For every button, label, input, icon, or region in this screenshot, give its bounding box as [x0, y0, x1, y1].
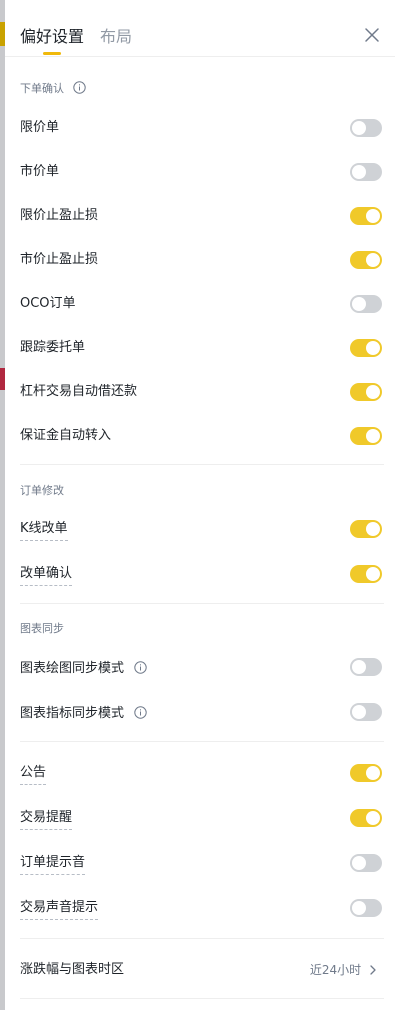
toggle-switch[interactable] [350, 339, 382, 357]
chevron-right-icon [370, 965, 376, 975]
setting-row-margin-auto-borrow: 杠杆交易自动借还款 [5, 380, 395, 404]
toggle-knob [366, 341, 380, 355]
preferences-panel: 偏好设置 布局 下单确认 限价单 市价单 限价止盈止损 市价止盈止损 OCO订单… [5, 0, 395, 1010]
toggle-switch[interactable] [350, 565, 382, 583]
toggle-knob [366, 385, 380, 399]
setting-row-market-order: 市价单 [5, 160, 395, 184]
info-icon[interactable] [134, 706, 147, 719]
toggle-switch[interactable] [350, 854, 382, 872]
section-title-text: 订单修改 [20, 484, 64, 497]
section-title-text: 图表同步 [20, 622, 64, 635]
setting-row-kline-modify: K线改单 [5, 517, 395, 541]
setting-row-modify-confirm: 改单确认 [5, 562, 395, 586]
section-title-order-modify: 订单修改 [20, 483, 64, 499]
section-title-chart-sync: 图表同步 [20, 621, 64, 637]
toggle-knob [366, 253, 380, 267]
toggle-knob [366, 522, 380, 536]
setting-label: K线改单 [20, 520, 68, 541]
toggle-knob [366, 429, 380, 443]
toggle-knob [366, 811, 380, 825]
setting-row-limit-order: 限价单 [5, 116, 395, 140]
setting-label: 市价单 [20, 164, 60, 179]
setting-label: 图表绘图同步模式 [20, 661, 125, 676]
toggle-switch[interactable] [350, 764, 382, 782]
setting-row-announcement: 公告 [5, 761, 395, 785]
toggle-knob [352, 660, 366, 674]
section-divider [20, 464, 384, 465]
setting-label-group: 图表绘图同步模式 [20, 655, 147, 681]
setting-row-chart-drawing-sync: 图表绘图同步模式 [5, 655, 395, 679]
setting-row-timezone[interactable]: 涨跌幅与图表时区 近24小时 [5, 958, 395, 982]
setting-row-limit-tpsl: 限价止盈止损 [5, 204, 395, 228]
timezone-label: 涨跌幅与图表时区 [20, 962, 125, 977]
setting-row-order-sound: 订单提示音 [5, 851, 395, 875]
setting-row-trailing-stop: 跟踪委托单 [5, 336, 395, 360]
toggle-switch[interactable] [350, 809, 382, 827]
toggle-knob [352, 856, 366, 870]
toggle-knob [352, 901, 366, 915]
tab-layout[interactable]: 布局 [100, 26, 132, 48]
close-icon[interactable] [361, 24, 383, 46]
setting-label: 图表指标同步模式 [20, 706, 125, 721]
toggle-knob [366, 766, 380, 780]
panel-header: 偏好设置 布局 [5, 0, 395, 57]
section-divider [20, 603, 384, 604]
toggle-knob [352, 121, 366, 135]
setting-label: 交易提醒 [20, 809, 73, 830]
setting-label: 市价止盈止损 [20, 252, 99, 267]
timezone-selector[interactable]: 近24小时 [310, 958, 377, 982]
setting-label: OCO订单 [20, 296, 76, 311]
toggle-switch[interactable] [350, 207, 382, 225]
setting-row-market-tpsl: 市价止盈止损 [5, 248, 395, 272]
setting-row-auto-margin-transfer: 保证金自动转入 [5, 424, 395, 448]
info-icon[interactable] [72, 81, 86, 94]
toggle-switch[interactable] [350, 520, 382, 538]
setting-label: 交易声音提示 [20, 899, 99, 920]
toggle-switch[interactable] [350, 703, 382, 721]
toggle-switch[interactable] [350, 163, 382, 181]
setting-label: 订单提示音 [20, 854, 86, 875]
toggle-knob [366, 567, 380, 581]
setting-row-trade-sound: 交易声音提示 [5, 896, 395, 920]
tab-preferences[interactable]: 偏好设置 [20, 26, 84, 48]
setting-label: 杠杆交易自动借还款 [20, 384, 138, 399]
toggle-knob [366, 209, 380, 223]
setting-label: 公告 [20, 764, 47, 785]
toggle-switch[interactable] [350, 251, 382, 269]
section-divider [20, 741, 384, 742]
toggle-switch[interactable] [350, 658, 382, 676]
setting-row-trade-alert: 交易提醒 [5, 806, 395, 830]
active-tab-indicator [43, 52, 61, 55]
timezone-value: 近24小时 [309, 963, 362, 977]
info-icon[interactable] [134, 661, 147, 674]
section-title-order-confirm: 下单确认 [20, 81, 86, 97]
toggle-switch[interactable] [350, 899, 382, 917]
setting-label: 保证金自动转入 [20, 428, 112, 443]
setting-label: 限价单 [20, 120, 60, 135]
setting-label: 改单确认 [20, 565, 73, 586]
toggle-switch[interactable] [350, 427, 382, 445]
toggle-knob [352, 297, 366, 311]
toggle-switch[interactable] [350, 119, 382, 137]
toggle-knob [352, 165, 366, 179]
toggle-knob [352, 705, 366, 719]
setting-label: 跟踪委托单 [20, 340, 86, 355]
setting-label: 限价止盈止损 [20, 208, 99, 223]
toggle-switch[interactable] [350, 383, 382, 401]
toggle-switch[interactable] [350, 295, 382, 313]
section-divider [20, 998, 384, 999]
setting-row-oco: OCO订单 [5, 292, 395, 316]
section-divider [20, 938, 384, 939]
setting-row-chart-indicator-sync: 图表指标同步模式 [5, 700, 395, 724]
setting-label-group: 图表指标同步模式 [20, 700, 147, 726]
section-title-text: 下单确认 [20, 82, 64, 95]
